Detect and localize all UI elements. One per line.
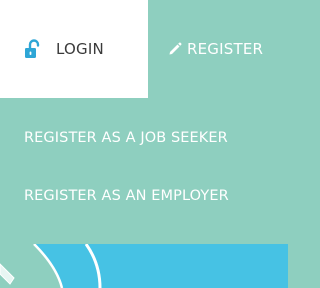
tab-login-label: LOGIN <box>56 40 104 58</box>
tab-register-label: REGISTER <box>187 40 264 58</box>
tab-register[interactable]: REGISTER <box>148 0 288 98</box>
auth-menu-frame: LOGIN REGISTER REGISTER AS A JOB SEEKER … <box>0 0 288 288</box>
pencil-icon <box>168 42 182 56</box>
register-job-seeker-link[interactable]: REGISTER AS A JOB SEEKER <box>0 98 288 156</box>
background-illustration <box>0 244 288 288</box>
register-menu: REGISTER AS A JOB SEEKER REGISTER AS AN … <box>0 98 288 214</box>
tab-login[interactable]: LOGIN <box>0 0 148 98</box>
unlock-icon <box>24 39 42 59</box>
register-employer-link[interactable]: REGISTER AS AN EMPLOYER <box>0 156 288 214</box>
